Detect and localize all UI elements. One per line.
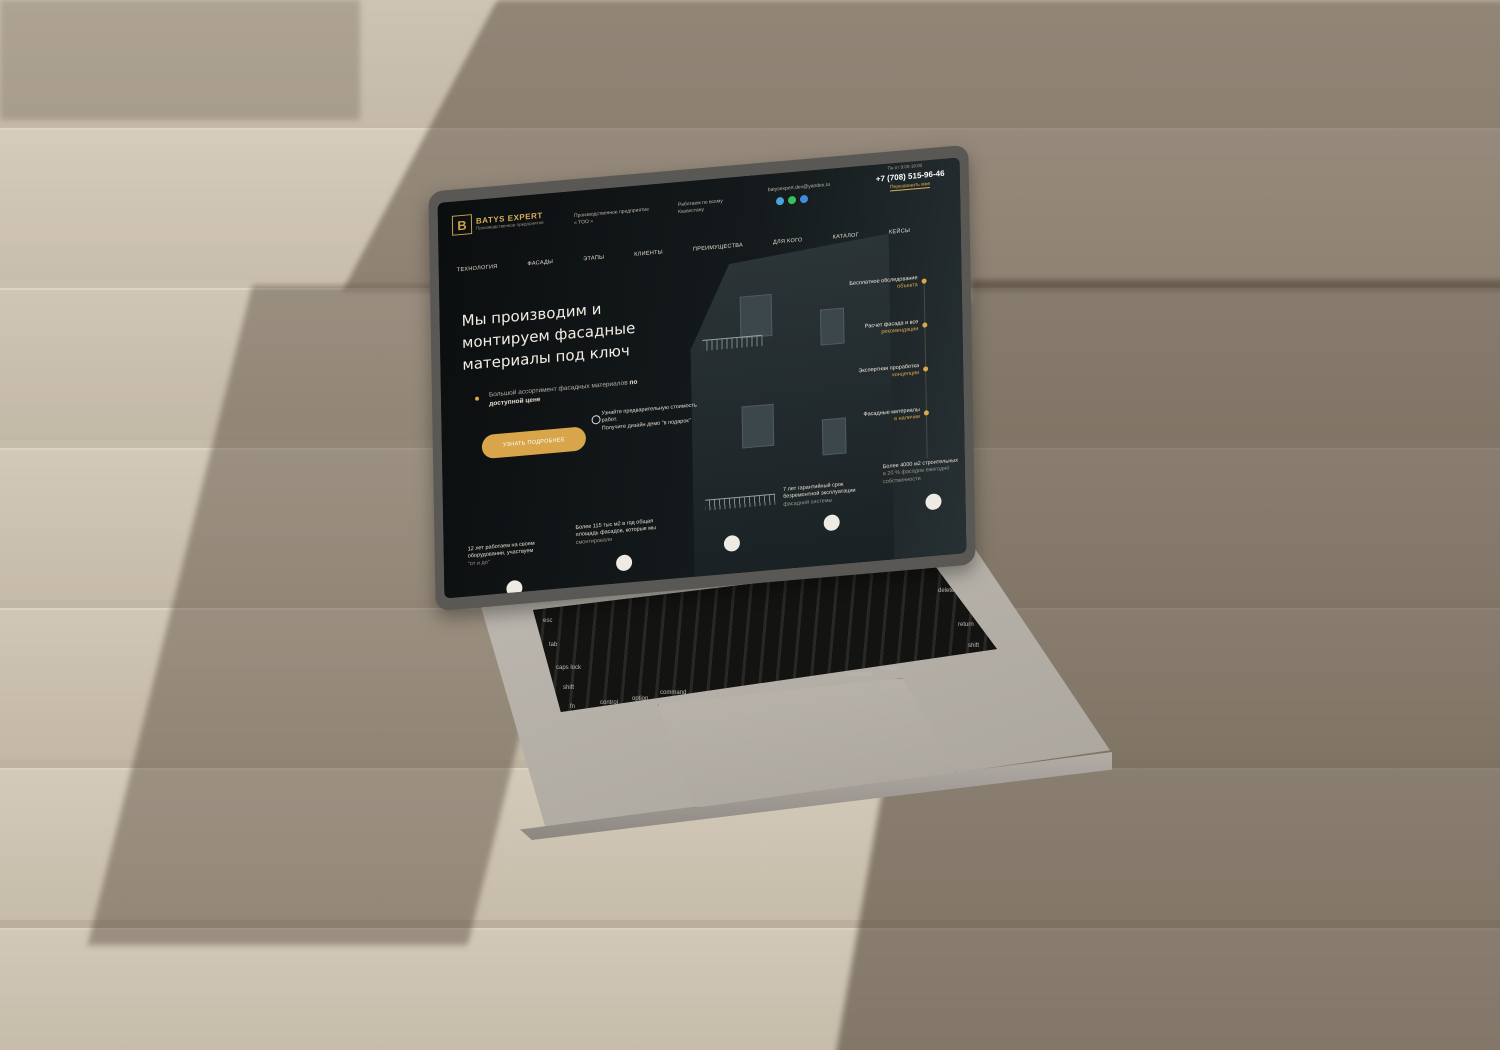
laptop: esc tab caps lock shift fn control optio…	[0, 0, 1500, 1050]
key-command-right[interactable]: command	[846, 672, 872, 678]
key-tab[interactable]: tab	[549, 642, 557, 648]
key-fn[interactable]: fn	[570, 704, 575, 710]
key-esc[interactable]: esc	[543, 618, 552, 624]
key-shift-right[interactable]: shift	[968, 643, 979, 649]
key-delete[interactable]: delete	[938, 588, 954, 594]
key-option-left[interactable]: option	[632, 696, 648, 702]
key-caps-lock[interactable]: caps lock	[556, 665, 581, 671]
key-control[interactable]: control	[600, 700, 618, 706]
key-option-right[interactable]: option	[882, 666, 898, 672]
logo-b-icon: B	[451, 214, 473, 236]
key-shift-left[interactable]: shift	[563, 685, 574, 691]
key-return[interactable]: return	[958, 622, 974, 628]
website: B BATYS EXPERT Производственное предприя…	[437, 157, 967, 599]
laptop-screen: B BATYS EXPERT Производственное предприя…	[437, 157, 967, 599]
key-command-left[interactable]: command	[660, 690, 686, 696]
